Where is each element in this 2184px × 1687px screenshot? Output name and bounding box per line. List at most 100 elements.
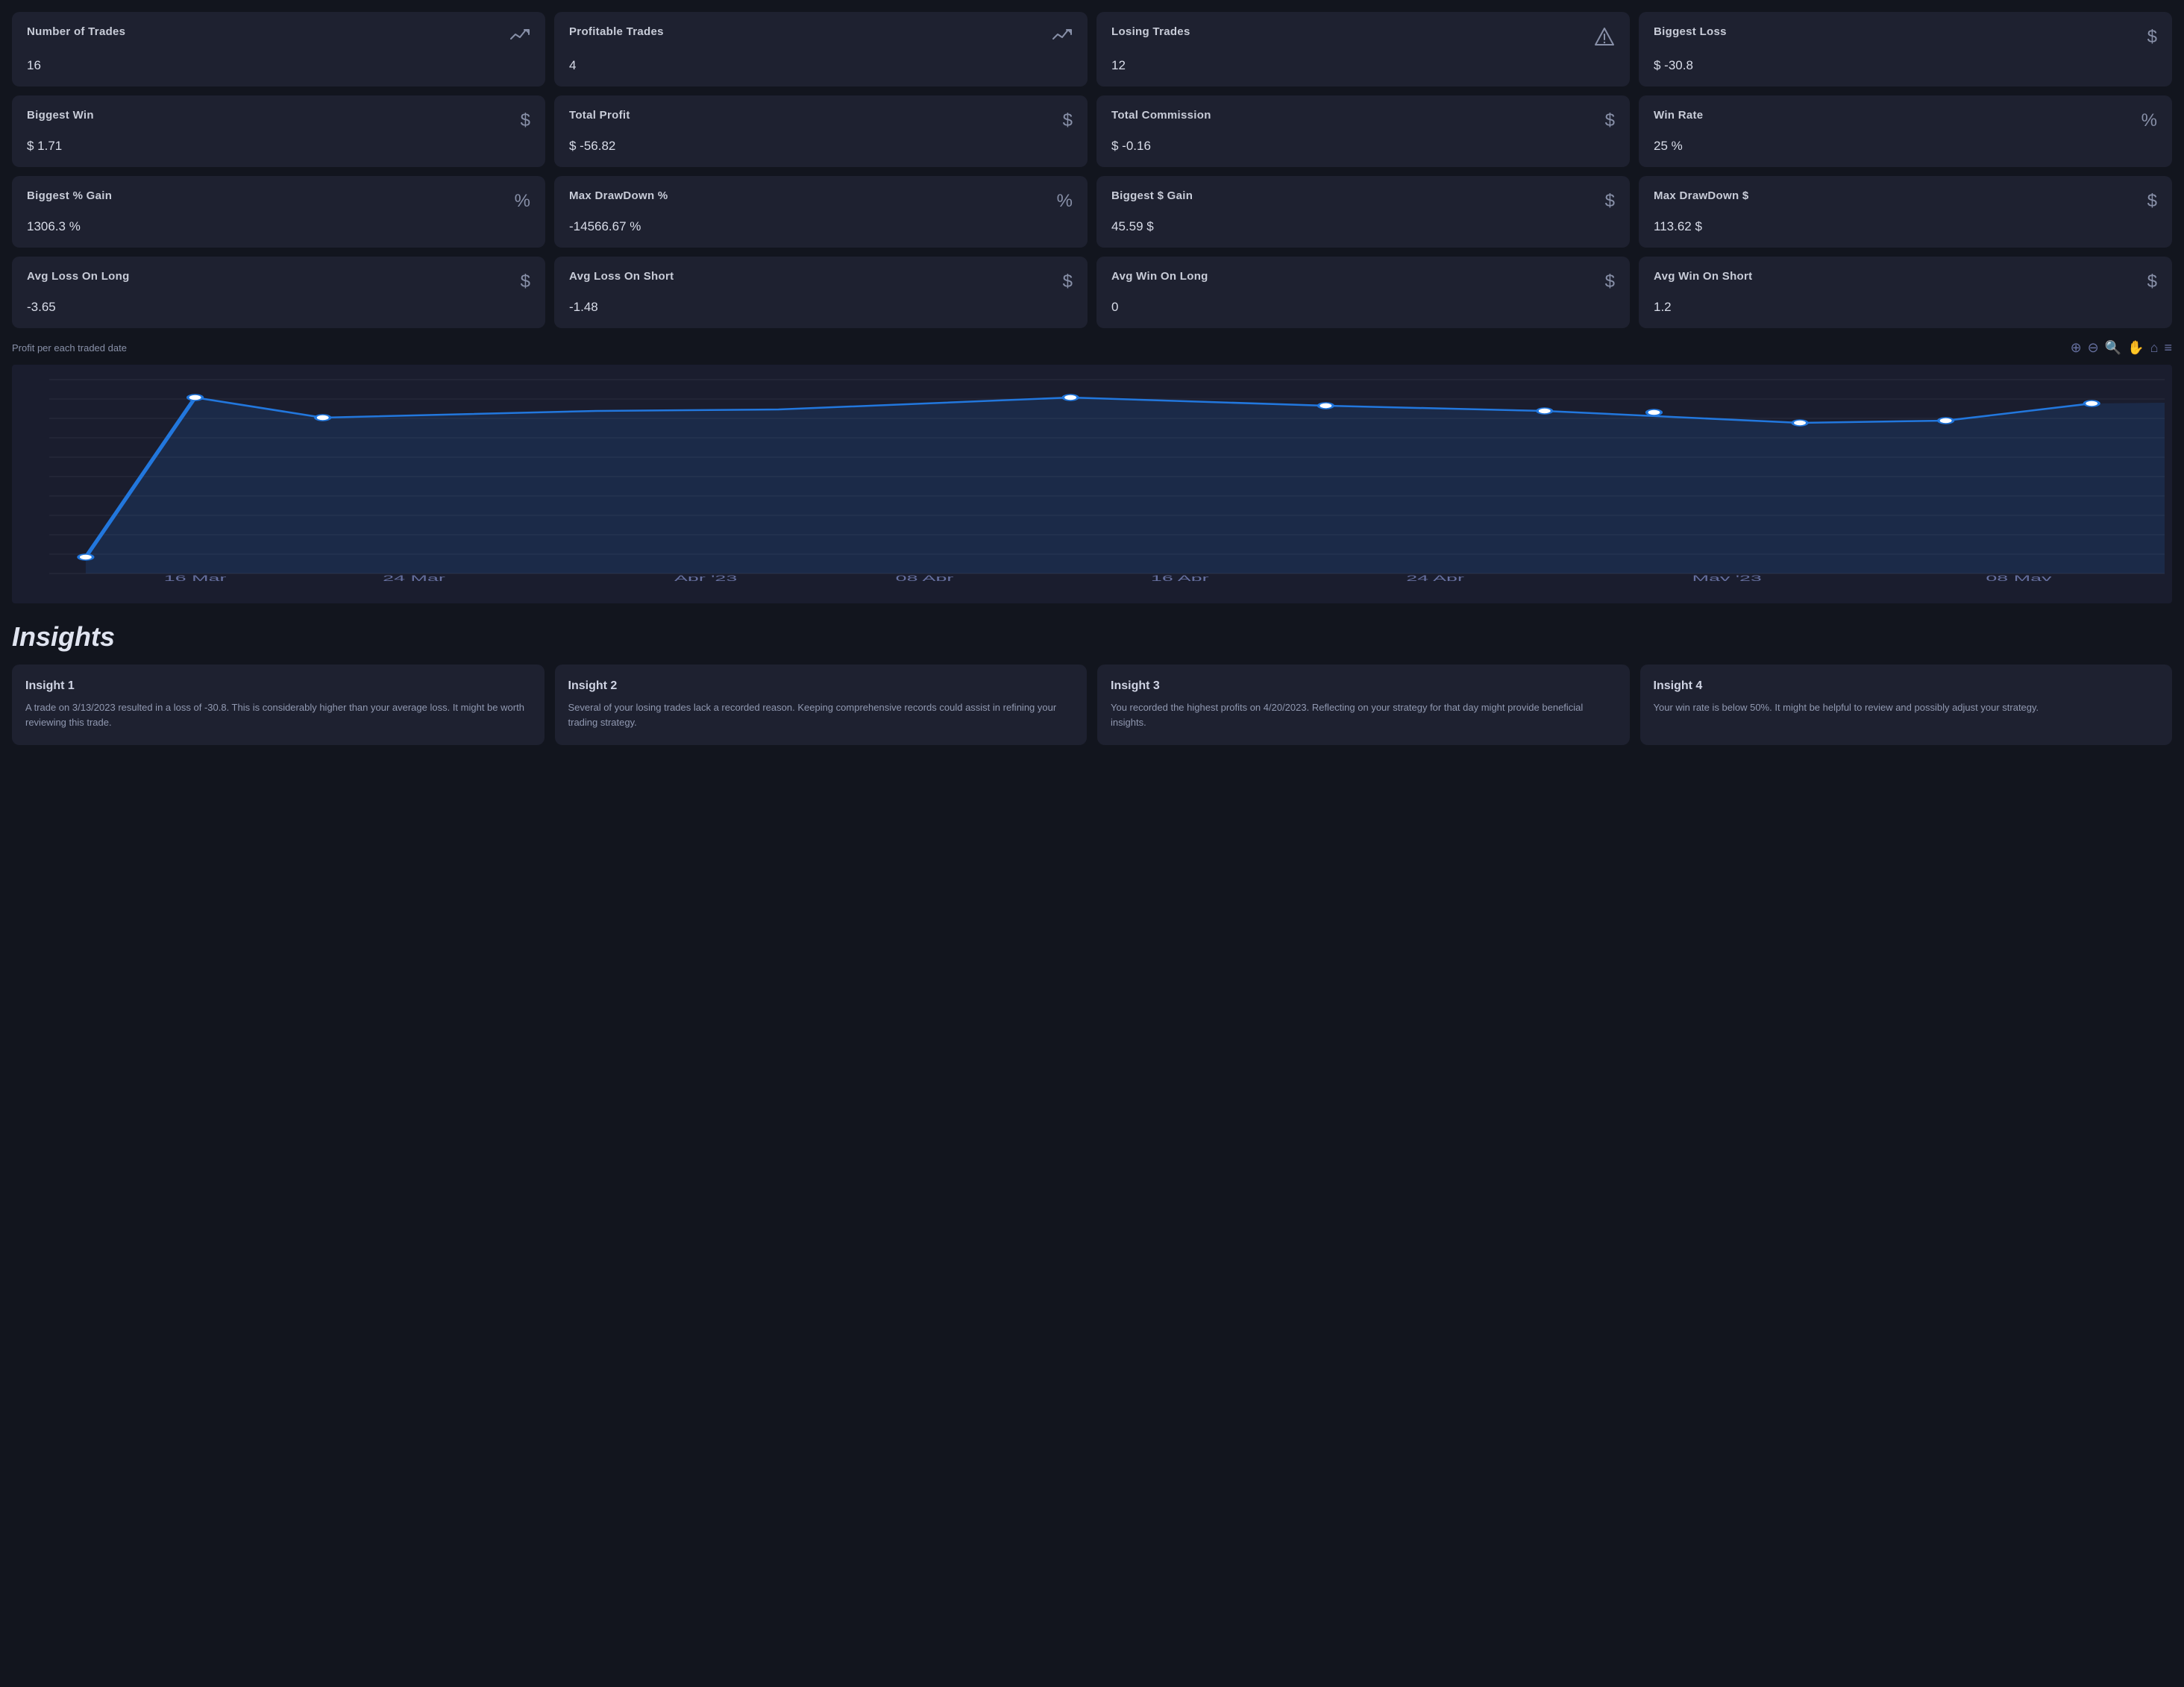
stat-biggest-pct-gain: Biggest % Gain % 1306.3 % [12,176,545,248]
stat-value-max-drawdown-pct: -14566.67 % [569,219,1073,234]
profitable-icon [1052,27,1073,48]
stat-label-biggest-pct-gain: Biggest % Gain [27,189,112,202]
stat-avg-win-long: Avg Win On Long $ 0 [1096,257,1630,328]
insights-section: Insights Insight 1 A trade on 3/13/2023 … [12,621,2172,745]
stat-label-max-drawdown-dollar: Max DrawDown $ [1654,189,1749,202]
stat-label-avg-win-short: Avg Win On Short [1654,270,1752,283]
insight-text-3: You recorded the highest profits on 4/20… [1111,700,1616,730]
win-rate-icon: % [2141,110,2157,131]
stat-value-losing: 12 [1111,58,1615,73]
svg-text:08 Apr: 08 Apr [896,574,954,581]
chart-svg: 5.90 0.56 -4.79 -10.14 -15.49 -20.84 -26… [49,372,2165,581]
stat-value-avg-loss-short: -1.48 [569,300,1073,315]
total-commission-icon: $ [1605,110,1615,131]
stat-win-rate: Win Rate % 25 % [1639,95,2172,167]
insight-label-1: Insight 1 [25,679,531,693]
svg-text:24 Apr: 24 Apr [1406,574,1464,581]
stat-avg-loss-long: Avg Loss On Long $ -3.65 [12,257,545,328]
stat-value-avg-win-long: 0 [1111,300,1615,315]
insight-card-2: Insight 2 Several of your losing trades … [555,665,1088,745]
chart-section: Profit per each traded date ⊕ ⊖ 🔍 ✋ ⌂ ≡ … [12,337,2172,603]
max-drawdown-pct-icon: % [1057,191,1073,212]
insight-label-2: Insight 2 [568,679,1074,693]
insight-card-3: Insight 3 You recorded the highest profi… [1097,665,1630,745]
stat-value-total-commission: $ -0.16 [1111,139,1615,154]
stats-row-1: Number of Trades 16 Profitable Trades 4 [12,12,2172,87]
total-profit-icon: $ [1063,110,1073,131]
svg-text:08 May: 08 May [1986,574,2052,581]
stat-value-total-profit: $ -56.82 [569,139,1073,154]
biggest-pct-gain-icon: % [515,191,530,212]
insight-label-4: Insight 4 [1654,679,2159,693]
stat-max-drawdown-dollar: Max DrawDown $ $ 113.62 $ [1639,176,2172,248]
biggest-loss-icon: $ [2147,27,2157,48]
stat-total-commission: Total Commission $ $ -0.16 [1096,95,1630,167]
avg-loss-short-icon: $ [1063,271,1073,292]
stat-label-profitable: Profitable Trades [569,25,664,38]
stat-biggest-loss: Biggest Loss $ $ -30.8 [1639,12,2172,87]
zoom-out-icon[interactable]: ⊖ [2088,340,2099,356]
insight-card-1: Insight 1 A trade on 3/13/2023 resulted … [12,665,545,745]
stat-biggest-dollar-gain: Biggest $ Gain $ 45.59 $ [1096,176,1630,248]
stat-avg-win-short: Avg Win On Short $ 1.2 [1639,257,2172,328]
stat-number-of-trades: Number of Trades 16 [12,12,545,87]
zoom-in-icon[interactable]: ⊕ [2071,340,2082,356]
stat-label-biggest-loss: Biggest Loss [1654,25,1727,38]
chart-controls: ⊕ ⊖ 🔍 ✋ ⌂ ≡ [2071,340,2172,356]
menu-icon[interactable]: ≡ [2164,340,2172,356]
chart-container: 5.90 0.56 -4.79 -10.14 -15.49 -20.84 -26… [12,365,2172,603]
insights-title: Insights [12,621,2172,653]
stat-value-max-drawdown-dollar: 113.62 $ [1654,219,2157,234]
stat-label-total-commission: Total Commission [1111,109,1211,122]
biggest-win-icon: $ [521,110,530,131]
pan-icon[interactable]: ✋ [2127,340,2144,356]
stat-value-biggest-pct-gain: 1306.3 % [27,219,530,234]
avg-win-short-icon: $ [2147,271,2157,292]
stat-label-trades: Number of Trades [27,25,125,38]
stat-value-avg-win-short: 1.2 [1654,300,2157,315]
stat-label-losing: Losing Trades [1111,25,1190,38]
stat-value-biggest-loss: $ -30.8 [1654,58,2157,73]
stat-label-biggest-win: Biggest Win [27,109,94,122]
avg-loss-long-icon: $ [521,271,530,292]
svg-text:May '23: May '23 [1692,574,1762,581]
svg-text:16 Mar: 16 Mar [164,574,227,581]
chart-header: Profit per each traded date ⊕ ⊖ 🔍 ✋ ⌂ ≡ [12,337,2172,359]
losing-icon [1594,27,1615,51]
stat-value-trades: 16 [27,58,530,73]
trades-icon [509,27,530,48]
stat-label-biggest-dollar-gain: Biggest $ Gain [1111,189,1193,202]
svg-text:16 Apr: 16 Apr [1151,574,1209,581]
stat-label-avg-loss-long: Avg Loss On Long [27,270,130,283]
insight-text-1: A trade on 3/13/2023 resulted in a loss … [25,700,531,730]
insights-grid: Insight 1 A trade on 3/13/2023 resulted … [12,665,2172,745]
insight-text-2: Several of your losing trades lack a rec… [568,700,1074,730]
magnify-icon[interactable]: 🔍 [2105,340,2121,356]
avg-win-long-icon: $ [1605,271,1615,292]
stat-label-max-drawdown-pct: Max DrawDown % [569,189,668,202]
stats-row-2: Biggest Win $ $ 1.71 Total Profit $ $ -5… [12,95,2172,167]
stat-total-profit: Total Profit $ $ -56.82 [554,95,1088,167]
stat-avg-loss-short: Avg Loss On Short $ -1.48 [554,257,1088,328]
insight-card-4: Insight 4 Your win rate is below 50%. It… [1640,665,2173,745]
stat-max-drawdown-pct: Max DrawDown % % -14566.67 % [554,176,1088,248]
svg-text:24 Mar: 24 Mar [383,574,445,581]
stat-losing-trades: Losing Trades 12 [1096,12,1630,87]
stats-row-3: Biggest % Gain % 1306.3 % Max DrawDown %… [12,176,2172,248]
stat-value-profitable: 4 [569,58,1073,73]
insight-label-3: Insight 3 [1111,679,1616,693]
stat-label-avg-win-long: Avg Win On Long [1111,270,1208,283]
insight-text-4: Your win rate is below 50%. It might be … [1654,700,2159,715]
stat-label-total-profit: Total Profit [569,109,630,122]
stats-row-4: Avg Loss On Long $ -3.65 Avg Loss On Sho… [12,257,2172,328]
stat-value-avg-loss-long: -3.65 [27,300,530,315]
stat-label-win-rate: Win Rate [1654,109,1703,122]
stat-biggest-win: Biggest Win $ $ 1.71 [12,95,545,167]
home-icon[interactable]: ⌂ [2150,340,2159,356]
stat-value-biggest-win: $ 1.71 [27,139,530,154]
stat-label-avg-loss-short: Avg Loss On Short [569,270,674,283]
stat-value-win-rate: 25 % [1654,139,2157,154]
stat-profitable-trades: Profitable Trades 4 [554,12,1088,87]
chart-title: Profit per each traded date [12,342,127,354]
stat-value-biggest-dollar-gain: 45.59 $ [1111,219,1615,234]
